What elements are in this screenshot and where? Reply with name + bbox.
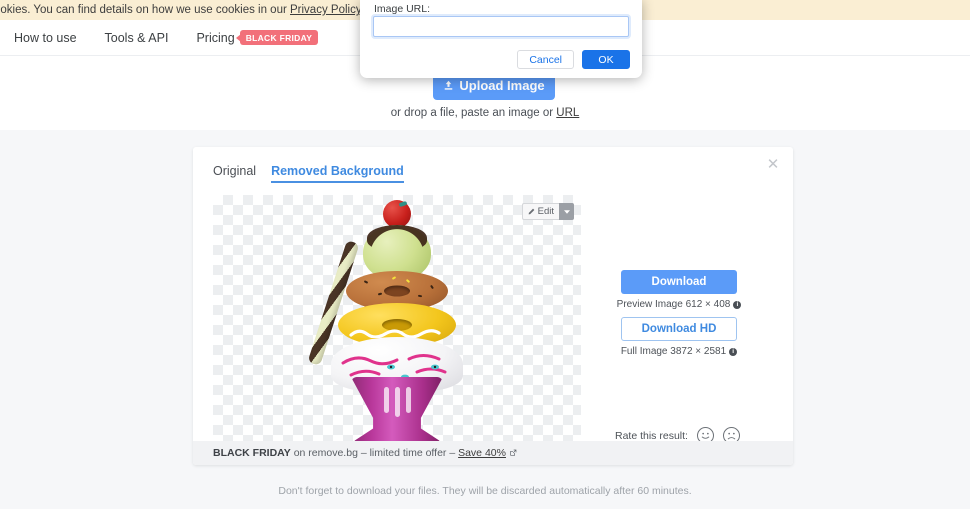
nav-item-tools-api[interactable]: Tools & API xyxy=(105,31,169,45)
rating-label: Rate this result: xyxy=(615,429,688,442)
info-icon[interactable]: i xyxy=(733,300,742,309)
drop-hint-prefix: or drop a file, paste an image or xyxy=(390,107,557,119)
preview-size-text: Preview Image 612 × 408 xyxy=(616,299,731,310)
save-40-link[interactable]: Save 40% xyxy=(458,447,506,459)
external-link-icon xyxy=(510,449,517,456)
white-zigzag-icing xyxy=(347,325,447,339)
full-size-caption: Full Image 3872 × 2581 i xyxy=(601,346,757,357)
download-hd-button[interactable]: Download HD xyxy=(621,317,737,341)
dialog-button-row: Cancel OK xyxy=(517,50,630,69)
cookie-text-before: ookies. You can find details on how we u… xyxy=(0,4,290,16)
privacy-policy-link[interactable]: Privacy Policy xyxy=(290,4,361,16)
cherry-stem xyxy=(398,200,408,208)
result-card: ✕ Original Removed Background Edit Downl… xyxy=(193,147,793,465)
cup-flute-center xyxy=(395,387,400,417)
black-friday-promo-strip: BLACK FRIDAY on remove.bg – limited time… xyxy=(193,441,793,465)
footer-retention-note: Don't forget to download your files. The… xyxy=(278,485,692,497)
removed-background-image xyxy=(307,199,472,443)
nav-item-how-to-use[interactable]: How to use xyxy=(14,31,77,45)
chevron-down-icon[interactable] xyxy=(559,203,574,220)
url-upload-link[interactable]: URL xyxy=(556,107,579,119)
upload-icon xyxy=(445,80,453,90)
black-friday-badge[interactable]: BLACK FRIDAY xyxy=(239,30,319,45)
edit-button-label: Edit xyxy=(537,206,554,217)
cup-flute-left xyxy=(384,387,389,413)
download-panel: Download Preview Image 612 × 408 i Downl… xyxy=(601,195,773,444)
nav-item-pricing[interactable]: Pricing BLACK FRIDAY xyxy=(196,30,319,45)
cup-flute-right xyxy=(406,387,411,413)
chocolate-drizzle xyxy=(367,225,427,251)
upload-image-button-label: Upload Image xyxy=(459,77,545,93)
nav-item-pricing-label: Pricing xyxy=(196,30,235,45)
cancel-button[interactable]: Cancel xyxy=(517,50,574,69)
image-url-label: Image URL: xyxy=(374,3,431,15)
preview-size-caption: Preview Image 612 × 408 i xyxy=(601,299,757,310)
results-main-area: ✕ Original Removed Background Edit Downl… xyxy=(0,130,970,509)
image-preview-stage[interactable]: Edit xyxy=(213,195,581,443)
cookie-consent-text: ookies. You can find details on how we u… xyxy=(0,4,364,16)
page-root: ookies. You can find details on how we u… xyxy=(0,0,970,509)
result-tabs: Original Removed Background xyxy=(213,164,404,183)
promo-strong-label: BLACK FRIDAY xyxy=(213,447,291,459)
image-url-dialog: Image URL: Cancel OK xyxy=(360,0,642,78)
tab-removed-background[interactable]: Removed Background xyxy=(271,164,404,183)
info-icon[interactable]: i xyxy=(729,347,738,356)
close-icon[interactable]: ✕ xyxy=(764,155,782,173)
edit-button[interactable]: Edit xyxy=(521,203,559,220)
image-url-input[interactable] xyxy=(371,14,631,39)
download-button[interactable]: Download xyxy=(621,270,737,294)
tab-original[interactable]: Original xyxy=(213,164,256,183)
ok-button[interactable]: OK xyxy=(582,50,630,69)
promo-strip-text: BLACK FRIDAY on remove.bg – limited time… xyxy=(213,447,517,459)
pencil-icon xyxy=(528,208,534,215)
edit-button-group[interactable]: Edit xyxy=(521,203,574,220)
full-size-text: Full Image 3872 × 2581 xyxy=(620,346,727,357)
promo-middle-text: on remove.bg – limited time offer – xyxy=(290,447,459,459)
drop-hint-text: or drop a file, paste an image or URL xyxy=(0,107,970,119)
cherry-topping xyxy=(383,200,411,228)
